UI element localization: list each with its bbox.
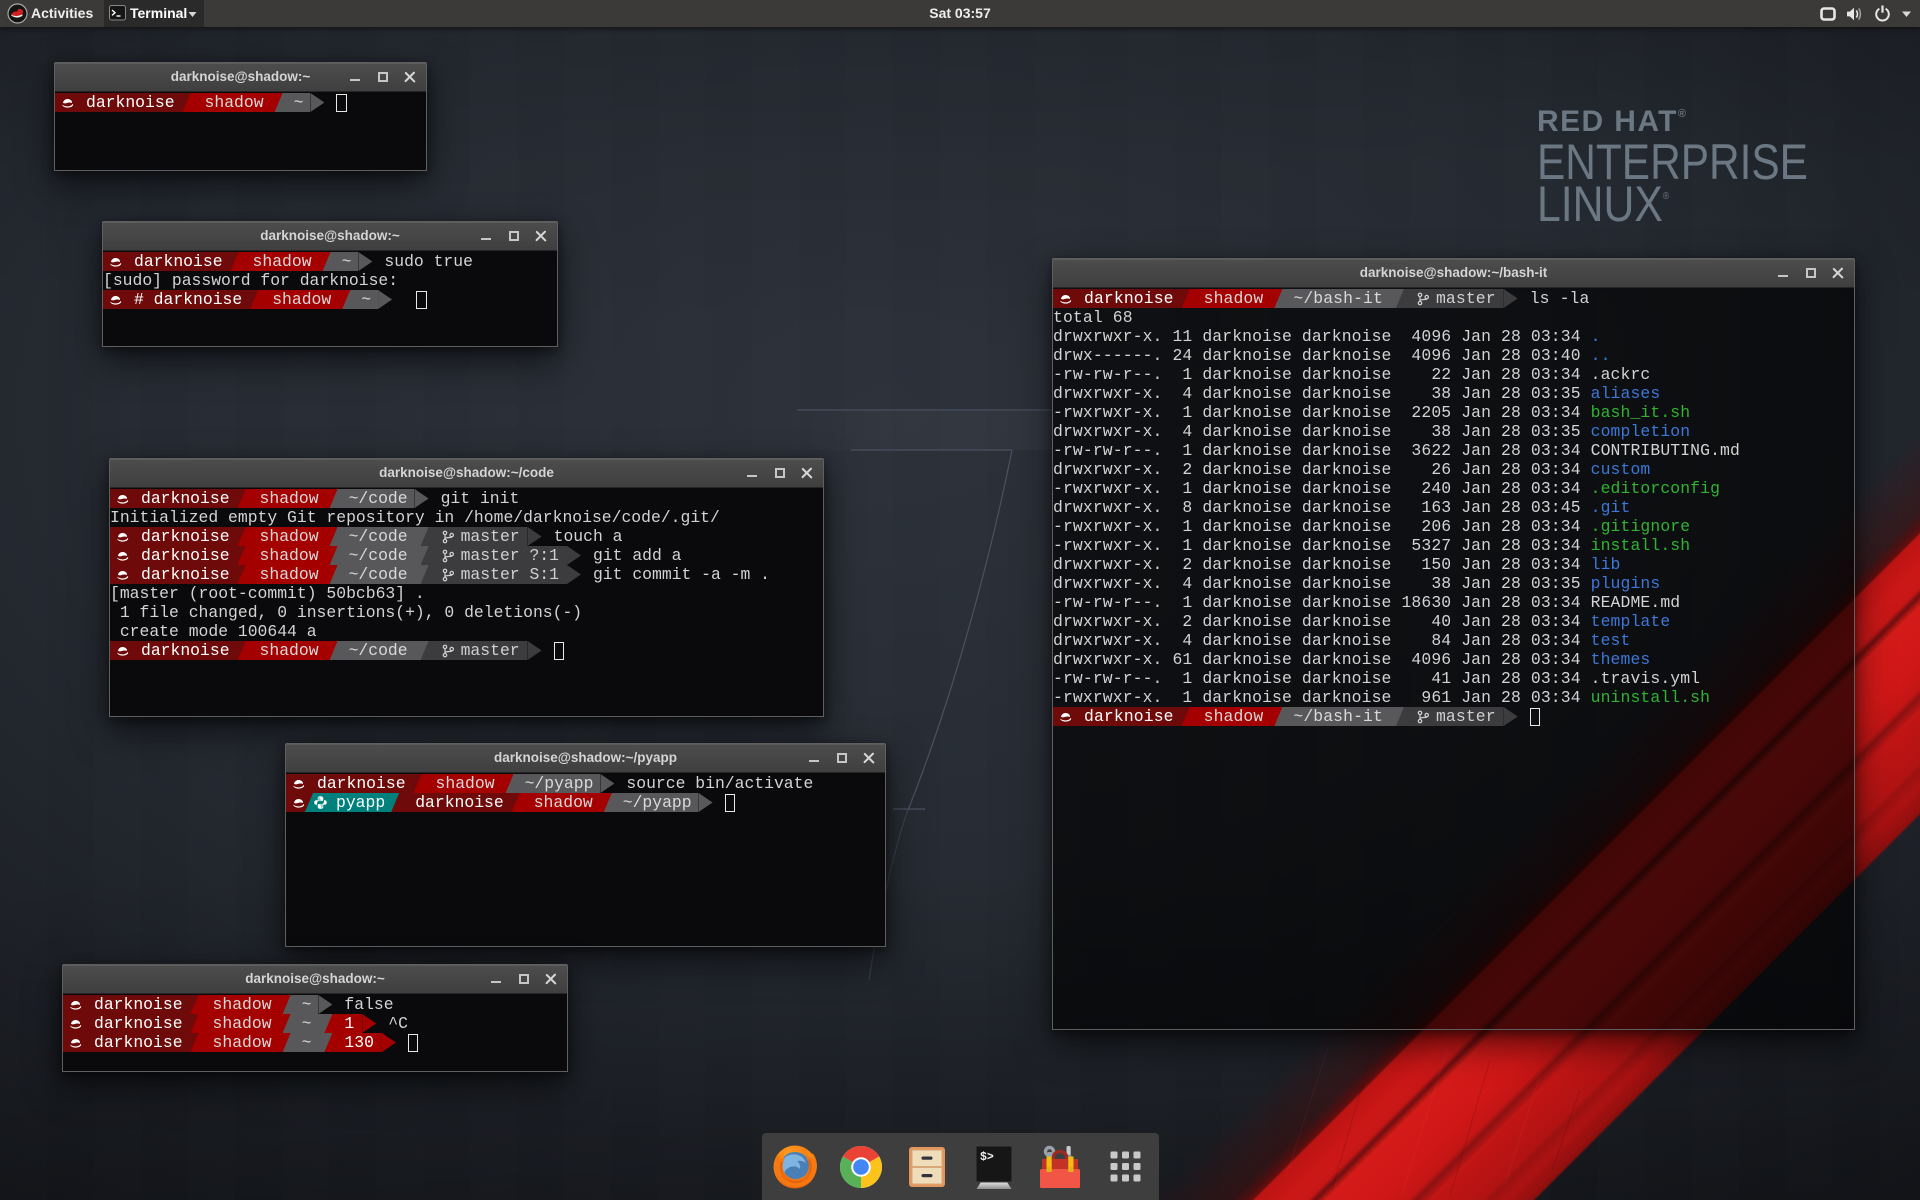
svg-text:$>: $> xyxy=(980,1151,994,1164)
